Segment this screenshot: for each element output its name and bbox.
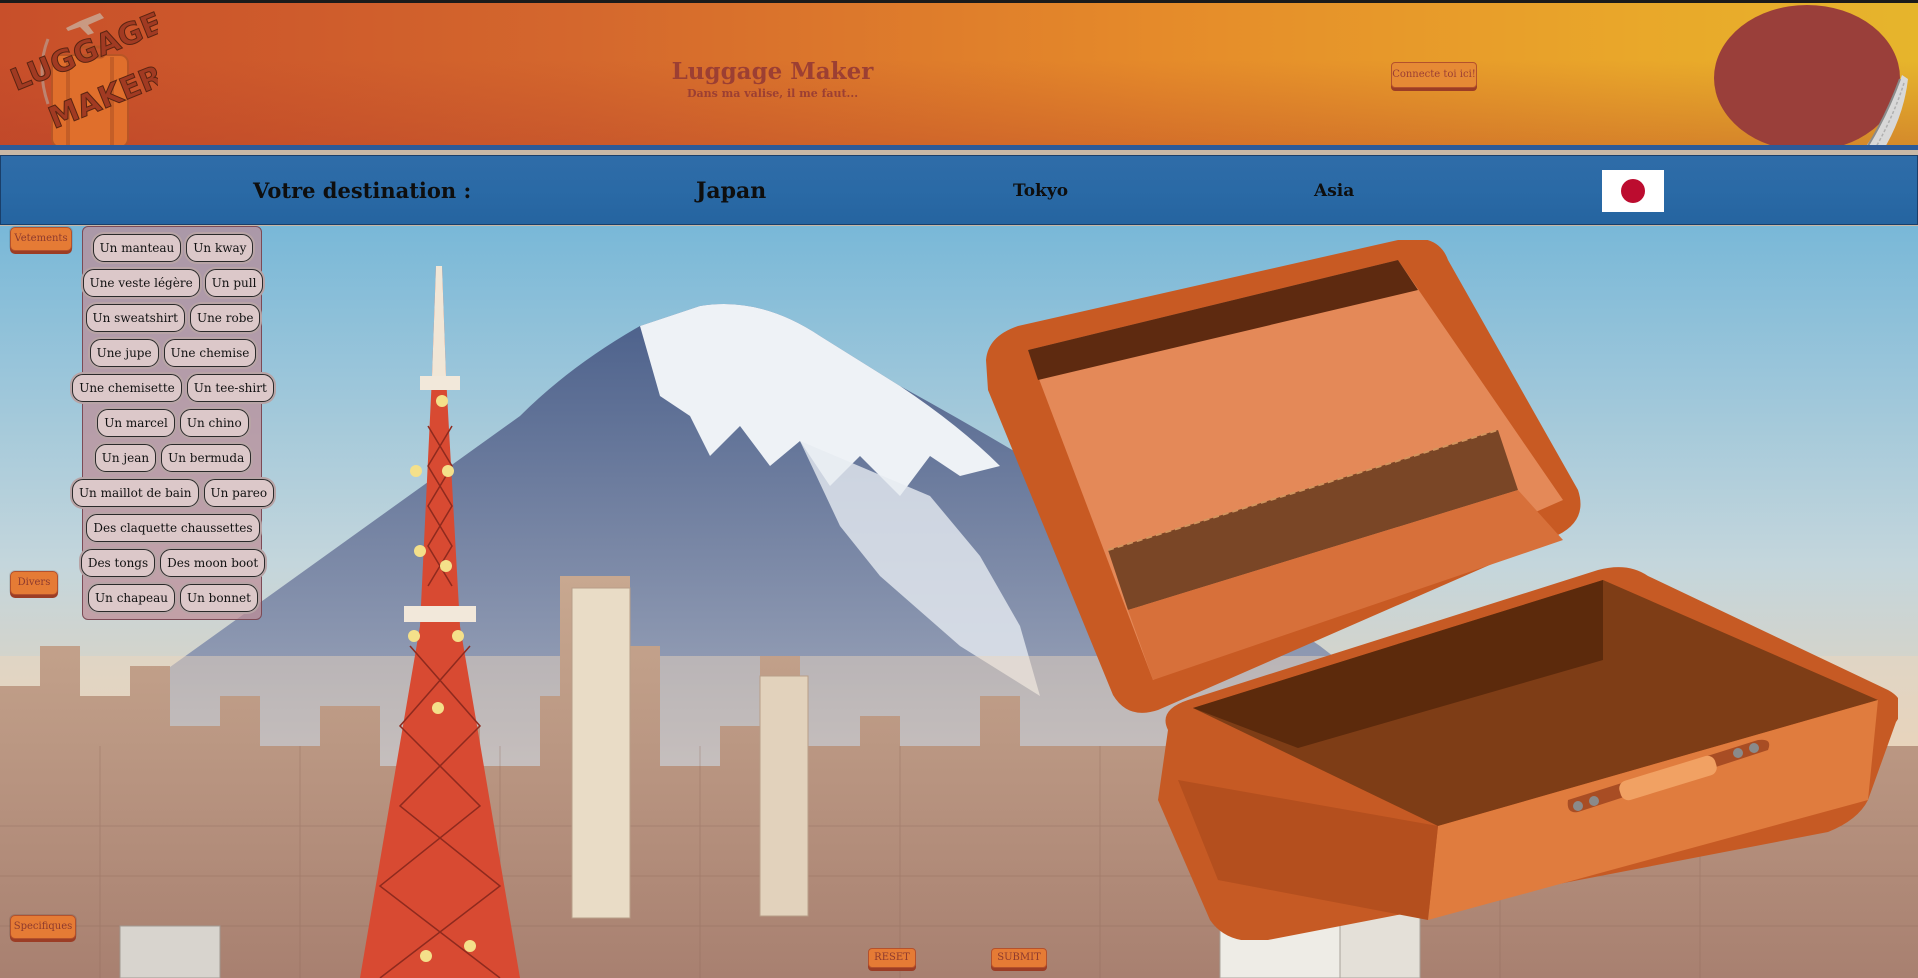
item-chip[interactable]: Un marcel [97, 409, 175, 437]
item-chip[interactable]: Une chemisette [72, 374, 182, 402]
item-chip[interactable]: Un bermuda [161, 444, 252, 472]
clothing-row: Un jean Un bermuda [83, 444, 263, 472]
category-vetements-button[interactable]: Vetements [10, 227, 72, 251]
clothing-row: Un maillot de bain Un pareo [71, 479, 275, 507]
item-chip[interactable]: Une chemise [163, 339, 257, 367]
item-chip[interactable]: Un pareo [203, 479, 275, 507]
item-chip[interactable]: Un chapeau [88, 584, 175, 612]
clothing-row: Une chemisette Un tee-shirt [72, 374, 274, 402]
item-chip[interactable]: Un manteau [92, 234, 182, 262]
item-chip[interactable]: Une jupe [89, 339, 159, 367]
clothing-row: Des claquette chaussettes [83, 514, 263, 542]
item-chip[interactable]: Un kway [186, 234, 254, 262]
destination-label: Votre destination : [253, 178, 472, 203]
clothing-row: Un sweatshirt Une robe [83, 304, 263, 332]
item-chip[interactable]: Un sweatshirt [85, 304, 185, 332]
item-chip[interactable]: Un pull [204, 269, 264, 297]
item-chip[interactable]: Un chino [179, 409, 249, 437]
brand: Luggage Maker Dans ma valise, il me faut… [640, 58, 905, 100]
destination-country: Japan [696, 178, 767, 204]
clothing-row: Un marcel Un chino [83, 409, 263, 437]
category-divers-button[interactable]: Divers [10, 571, 58, 595]
clothing-row: Un manteau Un kway [83, 234, 263, 262]
destination-city: Tokyo [1013, 181, 1069, 201]
item-chip[interactable]: Un maillot de bain [71, 479, 199, 507]
clothing-row: Un chapeau Un bonnet [83, 584, 263, 612]
japan-flag-icon [1602, 170, 1664, 212]
reset-button[interactable]: RESET [868, 948, 916, 968]
category-specifiques-button[interactable]: Specifiques [10, 915, 76, 939]
page-subtitle: Dans ma valise, il me faut... [686, 87, 859, 100]
header: LUGGAGE MAKER Luggage Maker Dans ma vali… [0, 0, 1918, 150]
avatar[interactable] [1714, 5, 1908, 150]
item-chip[interactable]: Un bonnet [179, 584, 258, 612]
flag-sun [1621, 179, 1645, 203]
luggage-maker-logo[interactable]: LUGGAGE MAKER [8, 9, 158, 149]
item-chip[interactable]: Des claquette chaussettes [86, 514, 260, 542]
destination-continent: Asia [1314, 181, 1355, 201]
item-chip[interactable]: Des moon boot [160, 549, 266, 577]
item-chip[interactable]: Un tee-shirt [186, 374, 274, 402]
destination-bar: Votre destination : Japan Tokyo Asia [0, 155, 1918, 225]
clothing-row: Des tongs Des moon boot [80, 549, 266, 577]
item-chip[interactable]: Un jean [94, 444, 157, 472]
clothing-panel: Un manteau Un kway Une veste légère Un p… [71, 226, 275, 620]
open-suitcase[interactable] [978, 240, 1898, 940]
item-chip[interactable]: Des tongs [80, 549, 156, 577]
submit-button[interactable]: SUBMIT [991, 948, 1047, 968]
clothing-row: Une veste légère Un pull [82, 269, 264, 297]
item-chip[interactable]: Une veste légère [82, 269, 200, 297]
clothing-row: Une jupe Une chemise [83, 339, 263, 367]
page-title: Luggage Maker [671, 58, 874, 85]
login-button[interactable]: Connecte toi ici! [1391, 62, 1477, 88]
item-chip[interactable]: Une robe [189, 304, 261, 332]
